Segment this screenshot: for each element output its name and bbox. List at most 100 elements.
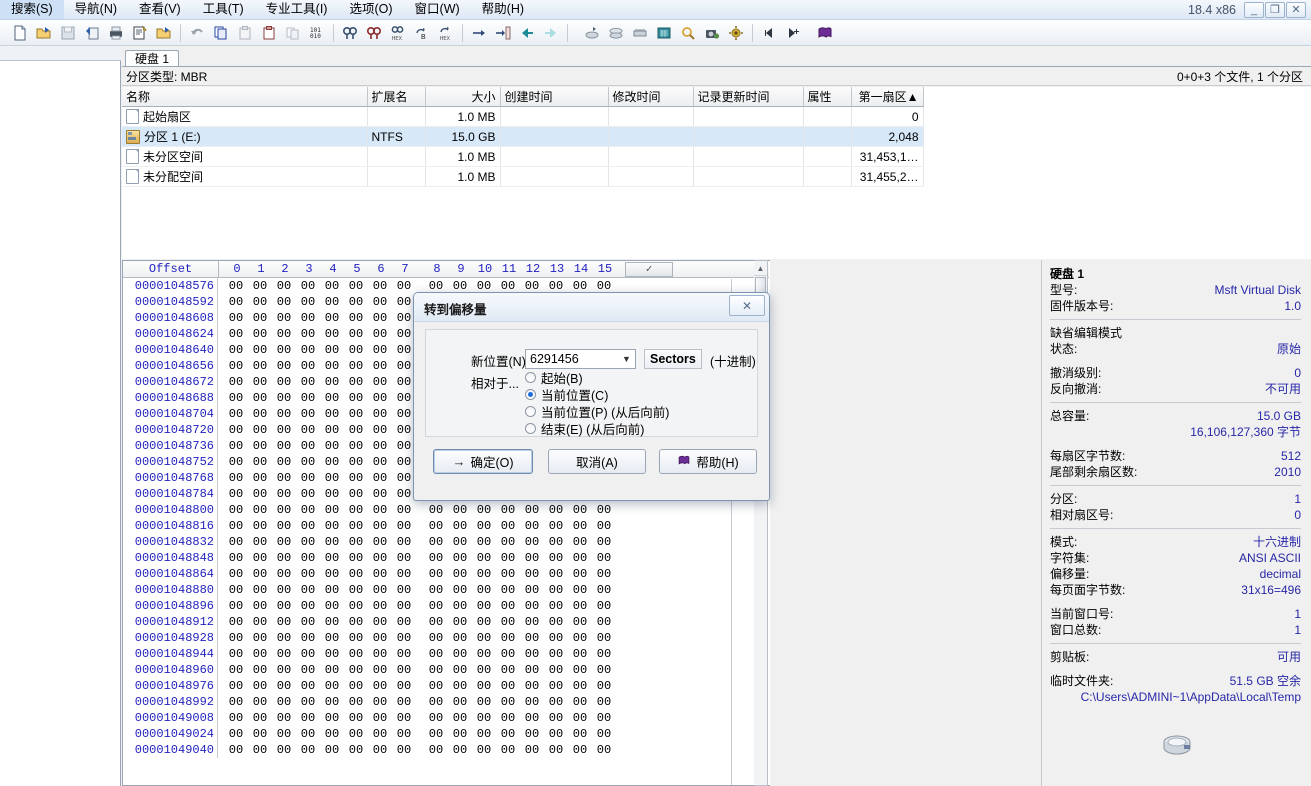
hex-byte[interactable]: 00 bbox=[344, 518, 368, 534]
hex-byte[interactable]: 00 bbox=[344, 374, 368, 390]
menu-item-options[interactable]: 选项(O) bbox=[338, 0, 403, 19]
hex-byte[interactable]: 00 bbox=[448, 646, 472, 662]
hex-byte[interactable]: 00 bbox=[496, 710, 520, 726]
hex-byte[interactable]: 00 bbox=[520, 502, 544, 518]
hex-bytes[interactable]: 00000000000000000000000000000000 bbox=[218, 614, 616, 630]
column-header-attributes[interactable]: 属性 bbox=[803, 87, 852, 107]
hex-byte[interactable]: 00 bbox=[392, 502, 416, 518]
hex-byte[interactable]: 00 bbox=[424, 518, 448, 534]
hex-byte[interactable]: 00 bbox=[424, 694, 448, 710]
new-position-input[interactable] bbox=[526, 349, 618, 369]
hex-byte[interactable]: 00 bbox=[368, 614, 392, 630]
hex-byte[interactable]: 00 bbox=[368, 310, 392, 326]
hex-byte[interactable]: 00 bbox=[248, 342, 272, 358]
hex-byte[interactable]: 00 bbox=[296, 422, 320, 438]
hex-row[interactable]: 00001048992 00 00 00 00 00 00 00 00 00 00 00 00 00 00 0… bbox=[123, 694, 769, 710]
cancel-button[interactable]: 取消(A) bbox=[548, 449, 646, 474]
hex-byte[interactable]: 00 bbox=[248, 454, 272, 470]
binary-mode-icon[interactable]: 101 010 bbox=[305, 21, 329, 45]
hex-byte[interactable]: 00 bbox=[248, 422, 272, 438]
hex-byte[interactable]: 00 bbox=[224, 630, 248, 646]
hex-byte[interactable]: 00 bbox=[592, 534, 616, 550]
menu-item-navigation[interactable]: 导航(N) bbox=[64, 0, 128, 19]
hex-byte[interactable]: 00 bbox=[320, 470, 344, 486]
column-header-created[interactable]: 创建时间 bbox=[500, 87, 609, 107]
hex-byte[interactable]: 00 bbox=[296, 550, 320, 566]
hex-byte[interactable]: 00 bbox=[320, 566, 344, 582]
paste-into-icon[interactable] bbox=[233, 21, 257, 45]
hex-byte[interactable]: 00 bbox=[368, 294, 392, 310]
tab-disk-1[interactable]: 硬盘 1 bbox=[125, 50, 180, 67]
hex-byte[interactable]: 00 bbox=[224, 646, 248, 662]
hex-byte[interactable]: 00 bbox=[248, 486, 272, 502]
hex-byte[interactable]: 00 bbox=[392, 710, 416, 726]
hex-bytes[interactable]: 00000000000000000000000000000000 bbox=[218, 742, 616, 758]
hex-byte[interactable]: 00 bbox=[368, 502, 392, 518]
hex-byte[interactable]: 00 bbox=[272, 662, 296, 678]
hex-byte[interactable]: 00 bbox=[296, 630, 320, 646]
hex-byte[interactable]: 00 bbox=[224, 502, 248, 518]
hex-byte[interactable]: 00 bbox=[224, 406, 248, 422]
hex-byte[interactable]: 00 bbox=[448, 566, 472, 582]
hex-byte[interactable]: 00 bbox=[368, 550, 392, 566]
hex-byte[interactable]: 00 bbox=[448, 598, 472, 614]
hex-byte[interactable]: 00 bbox=[592, 710, 616, 726]
hex-byte[interactable]: 00 bbox=[296, 294, 320, 310]
hex-byte[interactable]: 00 bbox=[344, 358, 368, 374]
hex-byte[interactable]: 00 bbox=[296, 662, 320, 678]
hex-byte[interactable]: 00 bbox=[296, 598, 320, 614]
hex-byte[interactable]: 00 bbox=[520, 534, 544, 550]
hex-byte[interactable]: 00 bbox=[344, 678, 368, 694]
hex-byte[interactable]: 00 bbox=[392, 582, 416, 598]
hex-byte[interactable]: 00 bbox=[224, 534, 248, 550]
hex-byte[interactable]: 00 bbox=[272, 278, 296, 294]
hex-byte[interactable]: 00 bbox=[272, 710, 296, 726]
file-list-pane[interactable]: 名称 扩展名 大小 创建时间 修改时间 记录更新时间 属性 第一扇区▲ 起始扇区… bbox=[122, 87, 1311, 259]
hex-row[interactable]: 00001048976 00 00 00 00 00 00 00 00 00 00 00 00 00 00 0… bbox=[123, 678, 769, 694]
hex-byte[interactable]: 00 bbox=[248, 694, 272, 710]
hex-byte[interactable]: 00 bbox=[368, 454, 392, 470]
table-row[interactable]: 起始扇区 1.0 MB 0 bbox=[122, 106, 924, 127]
hex-byte[interactable]: 00 bbox=[568, 534, 592, 550]
hex-byte[interactable]: 00 bbox=[496, 742, 520, 758]
hex-byte[interactable]: 00 bbox=[568, 662, 592, 678]
prev-page-icon[interactable] bbox=[757, 21, 781, 45]
hex-byte[interactable]: 00 bbox=[248, 646, 272, 662]
save-icon[interactable] bbox=[56, 21, 80, 45]
hex-byte[interactable]: 00 bbox=[392, 518, 416, 534]
hex-byte[interactable]: 00 bbox=[472, 694, 496, 710]
hex-byte[interactable]: 00 bbox=[248, 582, 272, 598]
hex-byte[interactable]: 00 bbox=[296, 310, 320, 326]
back-icon[interactable] bbox=[515, 21, 539, 45]
hex-byte[interactable]: 00 bbox=[248, 502, 272, 518]
hex-byte[interactable]: 00 bbox=[392, 550, 416, 566]
hex-byte[interactable]: 00 bbox=[248, 310, 272, 326]
hex-byte[interactable]: 00 bbox=[472, 550, 496, 566]
goto-bookmark-icon[interactable] bbox=[491, 21, 515, 45]
hex-byte[interactable]: 00 bbox=[344, 742, 368, 758]
hex-byte[interactable]: 00 bbox=[520, 566, 544, 582]
forward-icon[interactable] bbox=[539, 21, 563, 45]
hex-byte[interactable]: 00 bbox=[272, 310, 296, 326]
hex-byte[interactable]: 00 bbox=[344, 646, 368, 662]
hex-byte[interactable]: 00 bbox=[448, 710, 472, 726]
hex-byte[interactable]: 00 bbox=[296, 582, 320, 598]
hex-byte[interactable]: 00 bbox=[520, 518, 544, 534]
hex-byte[interactable]: 00 bbox=[296, 614, 320, 630]
hex-byte[interactable]: 00 bbox=[272, 422, 296, 438]
hex-byte[interactable]: 00 bbox=[248, 630, 272, 646]
hex-row[interactable]: 00001048912 00 00 00 00 00 00 00 00 00 00 00 00 00 00 0… bbox=[123, 614, 769, 630]
hex-byte[interactable]: 00 bbox=[320, 326, 344, 342]
hex-byte[interactable]: 00 bbox=[368, 662, 392, 678]
hex-byte[interactable]: 00 bbox=[368, 326, 392, 342]
open-disk-icon[interactable] bbox=[80, 21, 104, 45]
hex-byte[interactable]: 00 bbox=[368, 486, 392, 502]
column-header-size[interactable]: 大小 bbox=[425, 87, 501, 107]
hex-byte[interactable]: 00 bbox=[568, 550, 592, 566]
hex-byte[interactable]: 00 bbox=[448, 662, 472, 678]
hex-byte[interactable]: 00 bbox=[520, 646, 544, 662]
hex-byte[interactable]: 00 bbox=[424, 502, 448, 518]
hex-byte[interactable]: 00 bbox=[496, 518, 520, 534]
hex-byte[interactable]: 00 bbox=[368, 358, 392, 374]
hex-row[interactable]: 00001048960 00 00 00 00 00 00 00 00 00 00 00 00 00 00 0… bbox=[123, 662, 769, 678]
